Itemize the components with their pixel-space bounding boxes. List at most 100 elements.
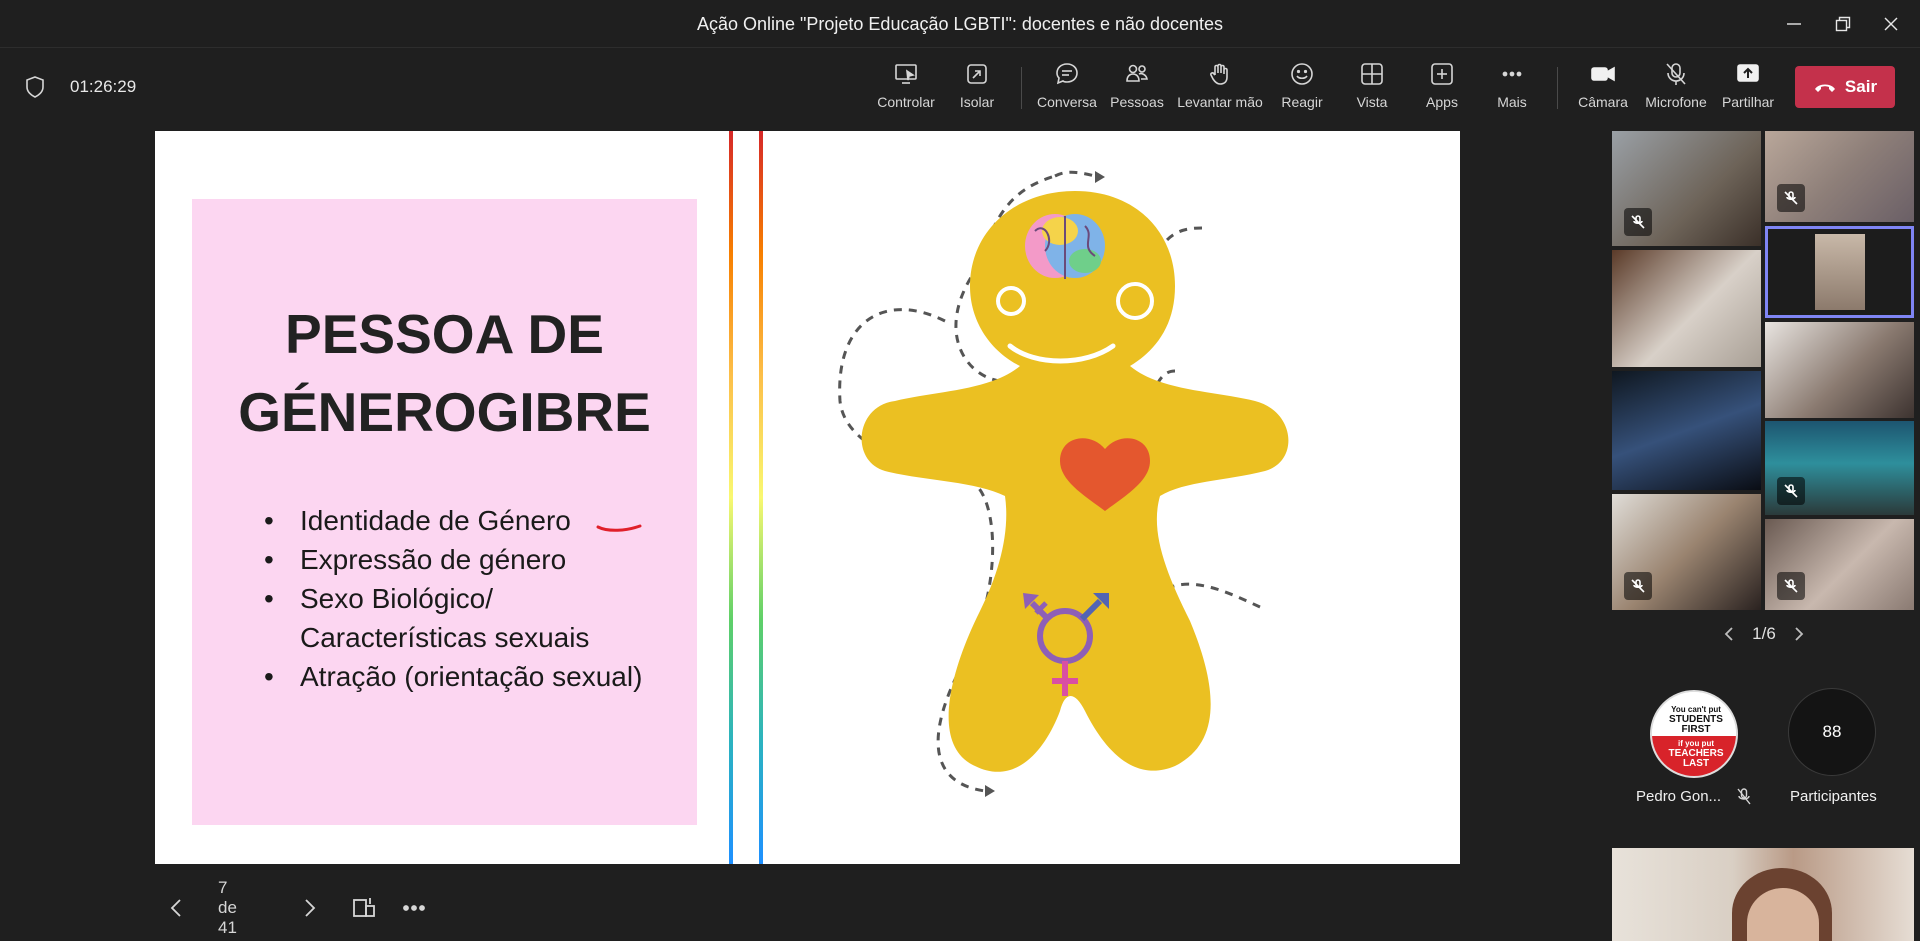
muted-mic-badge [1777, 184, 1805, 212]
participant-count: 88 [1822, 722, 1842, 741]
meeting-timer: 01:26:29 [70, 77, 137, 96]
people-label: Pessoas [1110, 94, 1164, 110]
participants-label: Participantes [1790, 788, 1877, 805]
slide-title-line-2: GÉNEROGIBRE [238, 381, 651, 443]
participant-video-feed [1815, 234, 1865, 310]
self-view-video[interactable] [1612, 848, 1914, 941]
ellipsis-icon [1502, 71, 1522, 77]
pinned-participant-avatar[interactable]: You can't put STUDENTS FIRST if you put … [1650, 690, 1738, 778]
restore-button[interactable] [1820, 8, 1866, 40]
chevron-right-icon [305, 899, 316, 917]
hang-up-icon [1814, 84, 1835, 92]
pop-out-icon [967, 64, 987, 84]
grid-view-icon [1361, 63, 1383, 85]
participant-video-tile[interactable] [1765, 421, 1914, 515]
genderbread-illustration [838, 170, 1289, 797]
control-label: Controlar [877, 94, 935, 110]
participant-video-tile[interactable] [1612, 494, 1761, 610]
chevron-left-icon [170, 899, 181, 917]
leave-label: Sair [1844, 77, 1878, 96]
mic-off-icon [1631, 215, 1645, 229]
shield-icon [26, 76, 44, 98]
react-button[interactable]: Reagir [1280, 61, 1324, 117]
muted-mic-badge [1624, 572, 1652, 600]
participant-video-tile[interactable] [1612, 131, 1761, 246]
slide-title-line-1: PESSOA DE [285, 303, 604, 365]
next-slide-button[interactable] [304, 890, 324, 926]
add-app-icon [1431, 63, 1453, 85]
view-label: Vista [1356, 94, 1388, 110]
apps-button[interactable]: Apps [1420, 61, 1464, 117]
previous-slide-button[interactable] [170, 890, 190, 926]
close-window-button[interactable] [1868, 8, 1914, 40]
monitor-control-icon [895, 64, 917, 84]
view-button[interactable]: Vista [1352, 61, 1392, 117]
ellipsis-icon [403, 905, 425, 911]
mic-off-icon [1737, 788, 1751, 805]
participant-video-tile[interactable] [1765, 131, 1914, 222]
pop-out-button[interactable]: Isolar [955, 61, 999, 117]
raised-hand-icon [1210, 63, 1228, 85]
control-button[interactable]: Controlar [876, 61, 936, 117]
share-screen-icon [1737, 64, 1759, 82]
toolbar-divider [1021, 67, 1022, 109]
minimize-button[interactable] [1771, 8, 1817, 40]
muted-mic-badge [1777, 477, 1805, 505]
slide-title: PESSOA DE GÉNEROGIBRE [192, 295, 697, 451]
muted-mic-badge [1777, 572, 1805, 600]
apps-label: Apps [1426, 94, 1458, 110]
minimize-icon [1787, 23, 1801, 25]
leave-button[interactable]: Sair [1795, 66, 1895, 108]
share-button[interactable]: Partilhar [1722, 61, 1774, 117]
mic-off-icon [1784, 579, 1798, 593]
react-label: Reagir [1281, 94, 1323, 110]
people-button[interactable]: Pessoas [1110, 61, 1164, 117]
pinned-participant-name: Pedro Gon... [1636, 788, 1722, 805]
smiley-icon [1291, 63, 1313, 85]
raise-hand-button[interactable]: Levantar mão [1175, 61, 1265, 117]
slide-overview-button[interactable] [352, 890, 378, 926]
participant-video-tile[interactable] [1765, 519, 1914, 610]
meeting-toolbar: 01:26:29 Controlar Isolar Conversa Pesso… [0, 49, 1920, 125]
mic-off-icon [1631, 579, 1645, 593]
bullet-item: Atração (orientação sexual) [264, 657, 684, 696]
participant-count-button[interactable]: 88 [1788, 688, 1876, 776]
slide-position: 7 de 41 [218, 878, 237, 937]
chevron-left-icon[interactable] [1724, 626, 1734, 642]
mic-off-icon [1784, 191, 1798, 205]
more-label: Mais [1497, 94, 1527, 110]
people-icon [1126, 64, 1148, 82]
slide-more-options-button[interactable] [402, 890, 428, 926]
window-title: Ação Online "Projeto Educação LGBTI": do… [696, 14, 1224, 34]
restore-icon [1835, 16, 1851, 32]
close-icon [1884, 17, 1898, 31]
participant-video-tile[interactable] [1765, 322, 1914, 418]
microphone-button[interactable]: Microfone [1643, 61, 1709, 117]
toolbar-divider [1557, 67, 1558, 109]
bullet-item: Expressão de género [264, 540, 684, 579]
camera-icon [1591, 66, 1615, 82]
participant-video-tile[interactable] [1612, 371, 1761, 490]
participant-video-tile-active[interactable] [1765, 226, 1914, 318]
participant-video-tile[interactable] [1612, 250, 1761, 367]
shared-slide: PESSOA DE GÉNEROGIBRE Identidade de Géne… [155, 131, 1460, 864]
title-bar: Ação Online "Projeto Educação LGBTI": do… [0, 0, 1920, 48]
red-pen-annotation [596, 524, 642, 532]
rainbow-divider-line [759, 131, 763, 864]
camera-label: Câmara [1578, 94, 1628, 110]
more-button[interactable]: Mais [1492, 61, 1532, 117]
avatar-text-line: FIRST [1681, 724, 1711, 735]
chat-button[interactable]: Conversa [1036, 61, 1098, 117]
raise-hand-label: Levantar mão [1177, 94, 1263, 110]
share-label: Partilhar [1721, 94, 1775, 110]
chat-icon [1056, 63, 1078, 85]
microphone-label: Microfone [1645, 94, 1707, 110]
microphone-muted-icon [1666, 63, 1686, 85]
mic-off-icon [1784, 484, 1798, 498]
chat-label: Conversa [1037, 94, 1097, 110]
chevron-right-icon[interactable] [1794, 626, 1804, 642]
slide-text-panel: PESSOA DE GÉNEROGIBRE Identidade de Géne… [192, 199, 697, 825]
avatar-text-line: LAST [1682, 758, 1710, 769]
camera-button[interactable]: Câmara [1578, 61, 1628, 117]
gallery-pager: 1/6 [1724, 622, 1804, 646]
